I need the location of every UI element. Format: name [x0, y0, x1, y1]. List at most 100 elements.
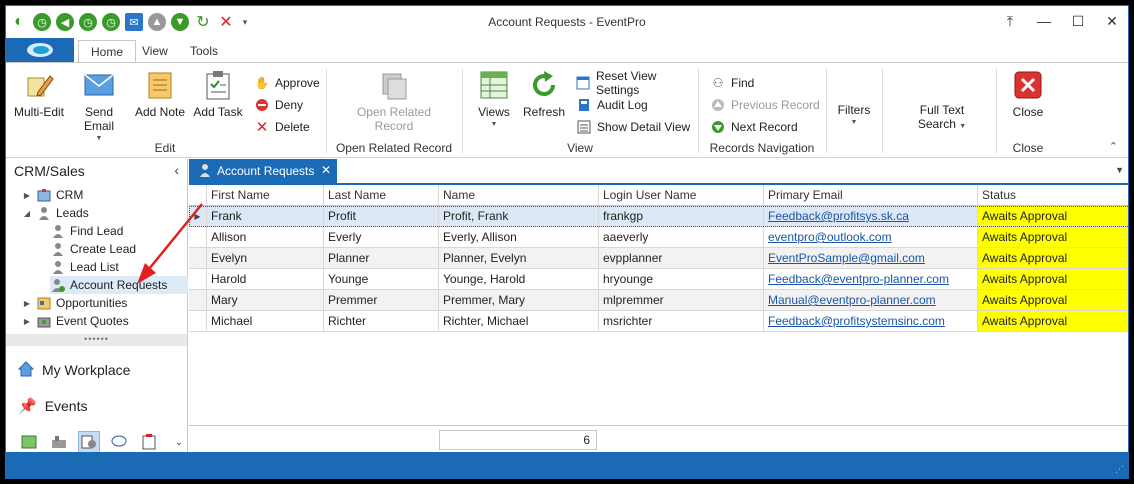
next-record-button[interactable]: Next Record	[710, 117, 798, 137]
tree-item-account-requests[interactable]: Account Requests	[50, 276, 188, 294]
collapse-arrow-icon[interactable]: ◢	[22, 209, 32, 218]
cell-name[interactable]: Everly, Allison	[439, 227, 599, 248]
deny-button[interactable]: Deny	[254, 95, 303, 115]
maximize-button[interactable]: ☐	[1068, 10, 1088, 32]
chat-bubble-icon[interactable]	[108, 431, 130, 453]
full-text-search-button[interactable]: Full Text Search ▼	[906, 103, 978, 131]
filters-button[interactable]: Filters ▼	[832, 103, 876, 126]
close-window-button[interactable]: ✕	[1102, 10, 1122, 32]
cell-last-name[interactable]: Planner	[324, 248, 439, 269]
cell-name[interactable]: Younge, Harold	[439, 269, 599, 290]
more-modules-chevron-icon[interactable]: ⌄	[168, 431, 190, 453]
row-indicator[interactable]	[189, 227, 207, 248]
table-row[interactable]: Allison Everly Everly, Allison aaeverly even…	[189, 227, 1128, 248]
tab-list-dropdown-icon[interactable]: ▼	[1115, 165, 1124, 175]
open-related-record-button[interactable]: Open Related Record	[346, 69, 442, 133]
tree-item-find-lead[interactable]: Find Lead	[50, 222, 123, 240]
cell-login-user-name[interactable]: evpplanner	[599, 248, 764, 269]
tab-home[interactable]: Home	[78, 40, 137, 62]
delete-button[interactable]: ✕ Delete	[254, 117, 310, 137]
cell-last-name[interactable]: Profit	[324, 206, 439, 227]
tree-item-create-lead[interactable]: Create Lead	[50, 240, 136, 258]
cell-status[interactable]: Awaits Approval	[978, 290, 1128, 311]
multi-edit-button[interactable]: Multi-Edit	[14, 69, 64, 119]
resize-grip-icon[interactable]: ⋰	[1115, 464, 1124, 475]
email-link[interactable]: Feedback@eventpro-planner.com	[768, 272, 949, 286]
cell-login-user-name[interactable]: frankgp	[599, 206, 764, 227]
close-button[interactable]: Close	[1010, 69, 1046, 119]
cell-name[interactable]: Planner, Evelyn	[439, 248, 599, 269]
refresh-button[interactable]: Refresh	[520, 69, 568, 119]
email-link[interactable]: Manual@eventpro-planner.com	[768, 293, 936, 307]
tab-tools[interactable]: Tools	[178, 40, 230, 62]
cell-name[interactable]: Profit, Frank	[439, 206, 599, 227]
email-link[interactable]: Feedback@profitsys.sk.ca	[768, 209, 909, 223]
navpane-splitter[interactable]: ••••••	[6, 334, 187, 346]
cell-login-user-name[interactable]: msrichter	[599, 311, 764, 332]
calendar-module-icon[interactable]	[18, 431, 40, 453]
cell-last-name[interactable]: Richter	[324, 311, 439, 332]
cell-last-name[interactable]: Everly	[324, 227, 439, 248]
cell-status[interactable]: Awaits Approval	[978, 206, 1128, 227]
cell-last-name[interactable]: Premmer	[324, 290, 439, 311]
tree-item-lead-list[interactable]: Lead List	[50, 258, 119, 276]
column-header-primary-email[interactable]: Primary Email	[764, 185, 978, 206]
table-row[interactable]: Evelyn Planner Planner, Evelyn evpplanner Ev…	[189, 248, 1128, 269]
file-menu-button[interactable]	[6, 38, 74, 62]
cell-status[interactable]: Awaits Approval	[978, 311, 1128, 332]
add-note-button[interactable]: Add Note	[134, 69, 186, 119]
cell-last-name[interactable]: Younge	[324, 269, 439, 290]
add-task-button[interactable]: Add Task	[192, 69, 244, 119]
column-header-status[interactable]: Status	[978, 185, 1128, 206]
tree-item-leads[interactable]: ◢ Leads	[22, 204, 89, 222]
collapse-navpane-icon[interactable]: ‹	[174, 162, 179, 178]
tab-view[interactable]: View	[130, 40, 180, 62]
pin-window-icon[interactable]: ⤒	[1000, 10, 1020, 32]
send-email-button[interactable]: Send Email ▼	[70, 69, 128, 142]
approve-button[interactable]: ✋ Approve	[254, 73, 320, 93]
row-indicator[interactable]	[189, 290, 207, 311]
cell-login-user-name[interactable]: aaeverly	[599, 227, 764, 248]
column-header-name[interactable]: Name	[439, 185, 599, 206]
nav-events[interactable]: 📌 Events	[18, 393, 88, 419]
column-header-login-user-name[interactable]: Login User Name	[599, 185, 764, 206]
audit-log-button[interactable]: Audit Log	[576, 95, 648, 115]
find-button[interactable]: ⚇ Find	[710, 73, 755, 93]
previous-record-button[interactable]: Previous Record	[710, 95, 820, 115]
row-indicator[interactable]	[189, 269, 207, 290]
cell-status[interactable]: Awaits Approval	[978, 269, 1128, 290]
cell-first-name[interactable]: Michael	[207, 311, 324, 332]
table-row[interactable]: Michael Richter Richter, Michael msrichter F…	[189, 311, 1128, 332]
row-indicator[interactable]	[189, 248, 207, 269]
cell-first-name[interactable]: Mary	[207, 290, 324, 311]
cell-login-user-name[interactable]: hryounge	[599, 269, 764, 290]
row-indicator[interactable]	[189, 311, 207, 332]
table-row[interactable]: ▶ Frank Profit Profit, Frank frankgp Feedback…	[189, 206, 1128, 227]
expand-arrow-icon[interactable]: ▶	[22, 317, 32, 326]
cell-first-name[interactable]: Allison	[207, 227, 324, 248]
email-link[interactable]: EventProSample@gmail.com	[768, 251, 925, 265]
table-row[interactable]: Harold Younge Younge, Harold hryounge Feedba…	[189, 269, 1128, 290]
collapse-ribbon-icon[interactable]: ⌃	[1109, 140, 1118, 153]
nav-my-workplace[interactable]: My Workplace	[17, 357, 130, 383]
column-header-first-name[interactable]: First Name	[207, 185, 324, 206]
views-button[interactable]: Views ▼	[472, 69, 516, 128]
column-header-last-name[interactable]: Last Name	[324, 185, 439, 206]
crm-module-icon[interactable]	[78, 431, 100, 453]
email-link[interactable]: eventpro@outlook.com	[768, 230, 892, 244]
expand-arrow-icon[interactable]: ▶	[22, 191, 32, 200]
table-row[interactable]: Mary Premmer Premmer, Mary mlpremmer Manual@…	[189, 290, 1128, 311]
close-tab-icon[interactable]: ✕	[321, 163, 331, 177]
doc-tab-account-requests[interactable]: Account Requests ✕	[189, 159, 337, 183]
cell-status[interactable]: Awaits Approval	[978, 227, 1128, 248]
tree-item-crm[interactable]: ▶ CRM	[22, 186, 83, 204]
cell-name[interactable]: Richter, Michael	[439, 311, 599, 332]
tree-item-opportunities[interactable]: ▶ Opportunities	[22, 294, 127, 312]
cell-first-name[interactable]: Evelyn	[207, 248, 324, 269]
reset-view-settings-button[interactable]: Reset View Settings	[576, 69, 696, 97]
expand-arrow-icon[interactable]: ▶	[22, 299, 32, 308]
cell-first-name[interactable]: Frank	[207, 206, 324, 227]
minimize-button[interactable]: —	[1034, 10, 1054, 32]
clipboard-module-icon[interactable]	[138, 431, 160, 453]
show-detail-view-button[interactable]: Show Detail View	[576, 117, 690, 137]
